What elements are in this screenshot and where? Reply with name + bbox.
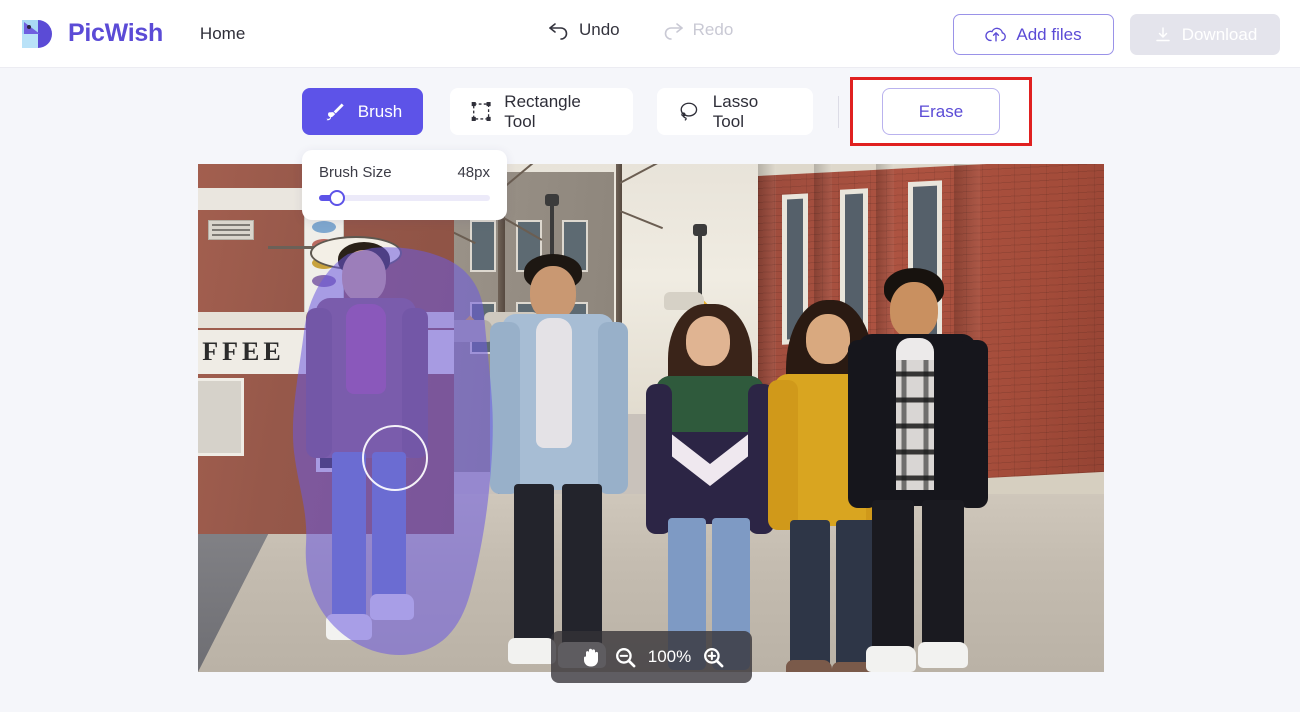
brand: PicWish xyxy=(18,14,163,54)
history-controls: Undo Redo xyxy=(548,20,733,40)
tool-lasso[interactable]: Lasso Tool xyxy=(657,88,813,135)
undo-arrow-icon xyxy=(549,23,568,40)
hand-pan-icon[interactable] xyxy=(579,645,603,669)
zoom-toolbar: 100% xyxy=(551,631,752,683)
tool-brush-label: Brush xyxy=(357,101,403,121)
toolbar-divider xyxy=(838,95,839,128)
zoom-level-label: 100% xyxy=(647,647,692,666)
add-files-label: Add files xyxy=(1016,24,1082,44)
picwish-logo-icon xyxy=(22,19,52,48)
erase-button[interactable]: Erase xyxy=(882,88,1000,135)
cloud-upload-icon xyxy=(985,27,1007,42)
redo-button[interactable]: Redo xyxy=(662,20,734,40)
tool-rectangle[interactable]: Rectangle Tool xyxy=(450,88,633,135)
tool-rectangle-label: Rectangle Tool xyxy=(504,91,581,131)
person-black-jacket xyxy=(848,268,988,672)
source-photo: EST OFFEE xyxy=(198,164,1104,672)
app-header: PicWish Home Undo Redo Add files Downloa… xyxy=(0,0,1300,68)
download-button[interactable]: Download xyxy=(1130,14,1280,55)
zoom-out-icon[interactable] xyxy=(615,647,636,668)
rectangle-select-icon xyxy=(471,102,491,121)
download-label: Download xyxy=(1181,24,1258,44)
editor-toolbar: Brush Rectangle Tool Lasso Tool xyxy=(302,88,839,135)
undo-button[interactable]: Undo xyxy=(548,20,620,40)
erase-annotation-box: Erase xyxy=(850,77,1032,146)
nav-home-link[interactable]: Home xyxy=(200,24,245,44)
tool-brush[interactable]: Brush xyxy=(302,88,423,135)
brush-size-value: 48px xyxy=(457,164,490,181)
add-files-button[interactable]: Add files xyxy=(953,14,1114,55)
header-actions: Add files Download xyxy=(953,14,1280,55)
zoom-in-icon[interactable] xyxy=(703,647,724,668)
image-canvas[interactable]: EST OFFEE xyxy=(198,164,1104,672)
download-icon xyxy=(1155,26,1170,41)
lasso-icon xyxy=(680,102,698,121)
paintbrush-icon xyxy=(326,103,344,121)
brush-cursor-circle xyxy=(362,425,428,491)
redo-arrow-icon xyxy=(664,23,683,40)
coffee-sign-text: OFFEE xyxy=(198,337,285,366)
brush-size-slider-knob[interactable] xyxy=(329,190,345,206)
brush-size-slider[interactable] xyxy=(319,190,490,206)
tool-lasso-label: Lasso Tool xyxy=(712,91,759,131)
brand-name: PicWish xyxy=(68,19,163,47)
brush-size-panel: Brush Size 48px xyxy=(302,150,507,220)
brush-size-label: Brush Size xyxy=(319,164,392,181)
person-chevron-sweater xyxy=(646,304,776,672)
redo-label: Redo xyxy=(692,20,734,39)
person-denim-jacket xyxy=(488,254,638,672)
undo-label: Undo xyxy=(579,20,620,39)
plaid-shirt xyxy=(896,360,934,490)
wall-vent xyxy=(208,220,254,240)
